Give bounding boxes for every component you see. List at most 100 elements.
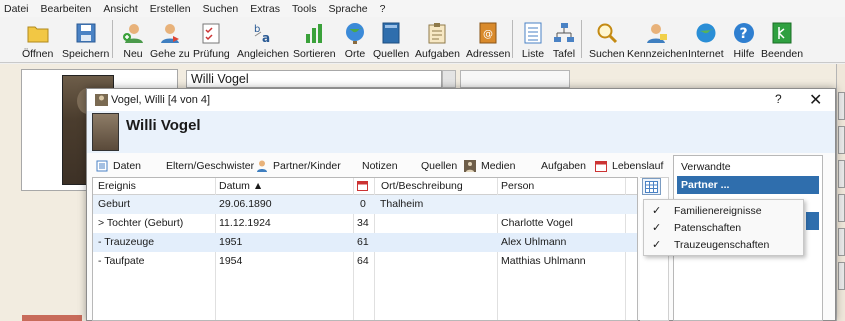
tasks-icon — [424, 20, 450, 46]
table-header: Ereignis Datum ▲ Ort/Beschreibung Person — [93, 178, 637, 195]
background-field[interactable] — [460, 70, 570, 88]
svg-text:?: ? — [740, 26, 748, 42]
menu-ansicht[interactable]: Ansicht — [97, 3, 143, 15]
menu-item-trauzeugenschaften[interactable]: ✓ Trauzeugenschaften — [644, 236, 803, 254]
person-icon — [256, 160, 268, 172]
search-button[interactable]: Suchen — [589, 17, 625, 63]
calendar-icon — [357, 181, 368, 191]
menu-datei[interactable]: Datei — [0, 3, 35, 15]
goto-button[interactable]: Gehe zu — [150, 17, 190, 63]
menu-help[interactable]: ? — [374, 3, 392, 15]
events-filter-menu: ✓ Familienereignisse ✓ Patenschaften ✓ T… — [643, 199, 804, 256]
table-row[interactable]: > Tochter (Geburt) 11.12.1924 34 Charlot… — [93, 214, 637, 233]
relations-item-partner[interactable]: Partner ... — [677, 176, 819, 194]
tab-lebenslauf[interactable]: Lebenslauf — [595, 157, 663, 175]
dialog-person-header: Willi Vogel — [87, 111, 835, 153]
tasks-button[interactable]: Aufgaben — [415, 17, 460, 63]
tag-person-icon — [644, 20, 670, 46]
check-icon: ✓ — [652, 205, 662, 217]
svg-text:a: a — [262, 31, 270, 44]
menu-suchen[interactable]: Suchen — [197, 3, 245, 15]
person-name-heading: Willi Vogel — [126, 117, 201, 134]
menu-bar: Datei Bearbeiten Ansicht Erstellen Suche… — [0, 0, 845, 17]
align-button[interactable]: ba Angleichen — [237, 17, 289, 63]
table-row[interactable]: - Trauzeuge 1951 61 Alex Uhlmann — [93, 233, 637, 252]
tab-quellen[interactable]: Quellen — [421, 157, 457, 175]
table-row[interactable]: Geburt 29.06.1890 0 Thalheim — [93, 195, 637, 214]
tab-daten[interactable]: Daten — [96, 157, 141, 175]
exit-icon — [769, 20, 795, 46]
data-icon — [96, 160, 108, 172]
globe-icon — [342, 20, 368, 46]
menu-erstellen[interactable]: Erstellen — [144, 3, 197, 15]
addresses-button[interactable]: @ Adressen — [466, 17, 510, 63]
column-person[interactable]: Person — [501, 180, 534, 192]
column-ort[interactable]: Ort/Beschreibung — [381, 180, 463, 192]
list-button[interactable]: Liste — [520, 17, 546, 63]
person-thumbnail — [92, 113, 119, 151]
status-fragment — [22, 315, 82, 321]
dialog-close-button[interactable]: ✕ — [809, 90, 822, 110]
relations-selection-fragment — [806, 212, 819, 230]
svg-text:@: @ — [483, 29, 493, 40]
check-icon: ✓ — [652, 239, 662, 251]
goto-person-icon — [157, 20, 183, 46]
name-scroll-button[interactable] — [442, 70, 456, 88]
menu-bearbeiten[interactable]: Bearbeiten — [35, 3, 98, 15]
sort-button[interactable]: Sortieren — [293, 17, 336, 63]
grid-options-button[interactable] — [642, 178, 661, 195]
tree-icon — [551, 20, 577, 46]
relations-item-verwandte[interactable]: Verwandte — [677, 158, 819, 176]
menu-sprache[interactable]: Sprache — [323, 3, 374, 15]
column-datum[interactable]: Datum ▲ — [219, 180, 263, 192]
events-table: Ereignis Datum ▲ Ort/Beschreibung Person… — [92, 177, 638, 321]
right-edge-panel — [836, 64, 845, 321]
folder-icon — [25, 20, 51, 46]
calendar-icon — [595, 160, 607, 172]
search-icon — [594, 20, 620, 46]
internet-button[interactable]: Internet — [688, 17, 724, 63]
column-ereignis[interactable]: Ereignis — [98, 180, 136, 192]
dialog-tabs: Daten Eltern/Geschwister Partner/Kinder … — [87, 157, 669, 175]
table-options-icon — [645, 180, 658, 193]
dialog-help-button[interactable]: ? — [775, 92, 782, 106]
exit-button[interactable]: Beenden — [761, 17, 803, 63]
internet-icon — [693, 20, 719, 46]
media-icon — [464, 160, 476, 172]
table-row[interactable]: - Taufpate 1954 64 Matthias Uhlmann — [93, 252, 637, 271]
toolbar: Öffnen Speichern Neu Gehe zu Prüfung ba … — [0, 17, 845, 63]
book-icon — [378, 20, 404, 46]
dialog-title: Vogel, Willi [4 von 4] — [111, 94, 211, 106]
save-icon — [73, 20, 99, 46]
check-button[interactable]: Prüfung — [193, 17, 230, 63]
dialog-titlebar: Vogel, Willi [4 von 4] ? ✕ — [87, 89, 835, 111]
menu-item-familienereignisse[interactable]: ✓ Familienereignisse — [644, 202, 803, 220]
tab-aufgaben[interactable]: Aufgaben — [541, 157, 586, 175]
help-icon: ? — [731, 20, 757, 46]
sources-button[interactable]: Quellen — [373, 17, 409, 63]
tab-medien[interactable]: Medien — [464, 157, 515, 175]
new-person-icon — [120, 20, 146, 46]
person-name-field[interactable]: Willi Vogel — [186, 70, 442, 88]
tree-button[interactable]: Tafel — [551, 17, 577, 63]
sort-icon — [301, 20, 327, 46]
menu-extras[interactable]: Extras — [244, 3, 286, 15]
help-button[interactable]: ? Hilfe — [731, 17, 757, 63]
app-icon — [95, 94, 108, 106]
check-icon: ✓ — [652, 222, 662, 234]
check-icon — [198, 20, 224, 46]
list-icon — [520, 20, 546, 46]
tab-notizen[interactable]: Notizen — [362, 157, 398, 175]
tab-partner-kinder[interactable]: Partner/Kinder — [256, 157, 341, 175]
save-button[interactable]: Speichern — [62, 17, 109, 63]
places-button[interactable]: Orte — [342, 17, 368, 63]
addressbook-icon: @ — [475, 20, 501, 46]
column-age[interactable] — [357, 180, 368, 194]
align-icon: ba — [250, 20, 276, 46]
menu-item-patenschaften[interactable]: ✓ Patenschaften — [644, 219, 803, 237]
new-button[interactable]: Neu — [120, 17, 146, 63]
open-button[interactable]: Öffnen — [22, 17, 53, 63]
flags-button[interactable]: Kennzeichen — [627, 17, 688, 63]
tab-eltern-geschwister[interactable]: Eltern/Geschwister — [166, 157, 254, 175]
menu-tools[interactable]: Tools — [286, 3, 323, 15]
